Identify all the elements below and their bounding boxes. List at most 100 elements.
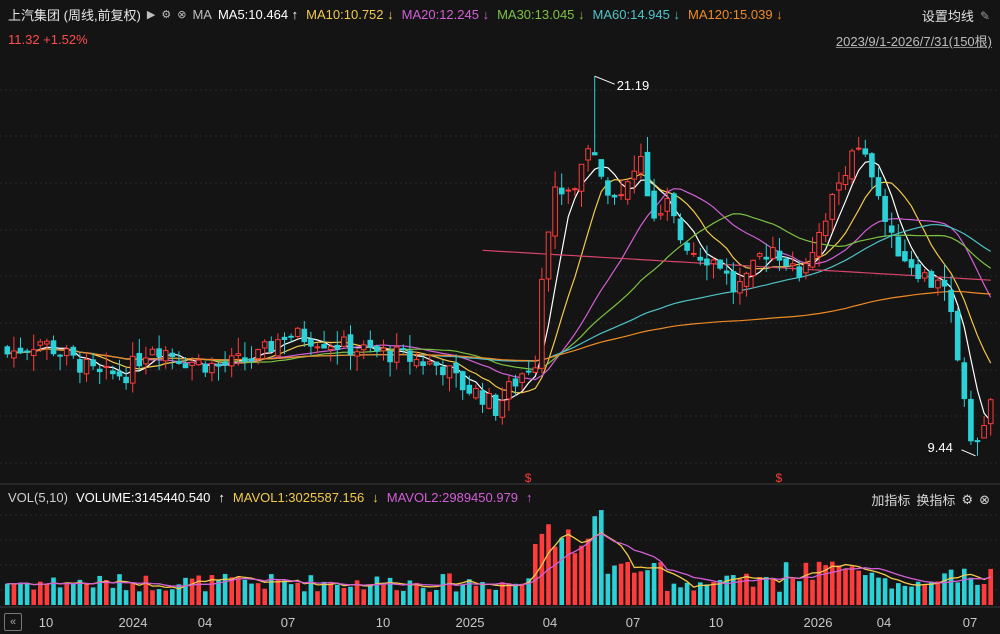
volume-bar bbox=[51, 577, 56, 605]
volume-bar bbox=[539, 533, 545, 605]
candle-body bbox=[321, 344, 327, 349]
volume-bar bbox=[196, 575, 202, 605]
volume-bar bbox=[737, 578, 743, 605]
candle-body bbox=[354, 351, 360, 357]
candle-body bbox=[301, 328, 308, 343]
volume-bar bbox=[843, 569, 848, 605]
x-tick-label: 10 bbox=[708, 615, 724, 630]
volume-bar bbox=[592, 516, 598, 605]
volume-bar bbox=[229, 577, 235, 605]
volume-value: VOLUME:3145440.540 bbox=[75, 490, 211, 505]
volume-bar bbox=[440, 574, 446, 605]
volume-bar bbox=[433, 589, 439, 605]
volume-bar bbox=[975, 584, 980, 605]
scroll-left-icon[interactable]: « bbox=[4, 613, 22, 631]
candle-body bbox=[545, 231, 552, 280]
candle-body bbox=[235, 353, 242, 356]
switch-indicator-button[interactable]: 换指标 bbox=[916, 490, 955, 509]
volume-bar bbox=[97, 575, 103, 605]
candle-body bbox=[690, 252, 697, 255]
volume-bar bbox=[394, 590, 400, 605]
candle-body bbox=[664, 198, 671, 212]
volume-bar bbox=[374, 576, 380, 605]
candle-body bbox=[730, 271, 737, 293]
candle-body bbox=[440, 366, 446, 376]
candle-body bbox=[882, 195, 888, 222]
volume-bar bbox=[612, 565, 617, 605]
annotations: 21.19 9.44 $ $ bbox=[525, 75, 976, 485]
candle-body bbox=[803, 263, 809, 274]
candle-body bbox=[182, 363, 189, 369]
candle-body bbox=[987, 399, 994, 425]
candle-body bbox=[248, 358, 255, 362]
candle-body bbox=[750, 259, 756, 277]
candle-body bbox=[446, 365, 453, 379]
candle-body bbox=[288, 335, 294, 338]
candle-body bbox=[486, 393, 492, 409]
volume-bar bbox=[783, 562, 789, 605]
candle-body bbox=[783, 258, 789, 267]
candle-body bbox=[228, 355, 235, 367]
volume-bar bbox=[117, 574, 122, 605]
volume-bar bbox=[427, 591, 433, 605]
candle-body bbox=[407, 350, 413, 362]
candle-body bbox=[11, 350, 17, 359]
candle-body bbox=[981, 425, 987, 439]
volume-bar bbox=[400, 590, 406, 605]
volume-bar bbox=[202, 591, 208, 605]
candle-body bbox=[413, 358, 420, 367]
volume-bar bbox=[31, 589, 37, 605]
candle-body bbox=[314, 346, 321, 349]
candle-body bbox=[737, 281, 743, 294]
candle-body bbox=[17, 347, 24, 354]
volume-bar bbox=[84, 583, 89, 605]
candle-body bbox=[506, 381, 512, 400]
add-indicator-button[interactable]: 加指标 bbox=[871, 490, 910, 509]
candle-body bbox=[954, 310, 961, 361]
candle-body bbox=[572, 188, 578, 191]
volume-bar bbox=[420, 587, 426, 605]
volume-bar bbox=[651, 562, 657, 605]
mavol2-value: MAVOL2:2989450.979 bbox=[386, 490, 519, 505]
candle-body bbox=[869, 153, 875, 178]
volume-bar bbox=[711, 581, 716, 605]
candle-body bbox=[294, 327, 301, 337]
candle-body bbox=[697, 256, 704, 261]
candle-body bbox=[816, 231, 822, 257]
candle-body bbox=[4, 346, 11, 355]
x-tick-label: 2026 bbox=[803, 615, 833, 630]
candle-body bbox=[809, 252, 816, 268]
volume-bar bbox=[249, 583, 254, 605]
volume-bar bbox=[255, 583, 261, 605]
candle-body bbox=[921, 272, 928, 279]
candle-body bbox=[539, 278, 545, 369]
volume-bar bbox=[341, 587, 347, 605]
gear-icon[interactable]: ⚙ bbox=[961, 492, 973, 508]
candle-body bbox=[308, 338, 314, 347]
candle-body bbox=[116, 371, 123, 377]
volume-bar bbox=[169, 589, 175, 605]
volume-bar bbox=[288, 584, 294, 605]
candle-body bbox=[268, 340, 275, 352]
candle-body bbox=[704, 258, 710, 266]
candle-body bbox=[473, 387, 479, 399]
candlestick-chart[interactable]: 21.19 9.44 $ $ bbox=[0, 0, 1000, 634]
volume-bar bbox=[882, 578, 888, 605]
x-tick-label: 10 bbox=[38, 615, 54, 630]
volume-bar bbox=[163, 590, 169, 605]
volume-bar bbox=[315, 591, 320, 605]
candle-body bbox=[123, 376, 129, 384]
close-icon[interactable]: ⊗ bbox=[979, 492, 990, 508]
volume-bar bbox=[447, 573, 452, 605]
candle-body bbox=[261, 341, 268, 349]
candle-body bbox=[618, 194, 624, 197]
volume-bar bbox=[189, 578, 195, 605]
candle-body bbox=[756, 253, 763, 257]
volume-bars bbox=[4, 510, 994, 605]
candle-body bbox=[710, 259, 717, 265]
candle-body bbox=[651, 190, 657, 219]
volume-bar bbox=[968, 577, 974, 605]
x-tick-label: 2024 bbox=[118, 615, 148, 630]
mavol1-arrow: ↓ bbox=[372, 490, 379, 505]
candle-body bbox=[90, 359, 96, 367]
